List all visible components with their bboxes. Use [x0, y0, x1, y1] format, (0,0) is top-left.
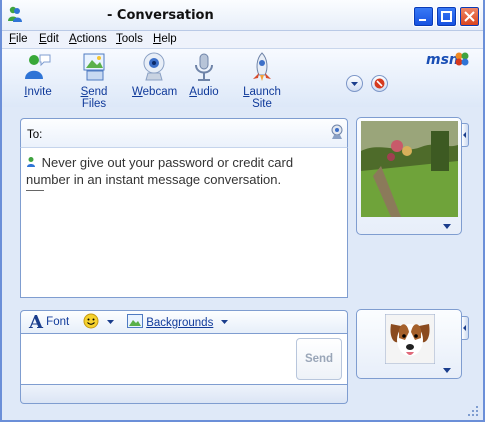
window-title: - Conversation	[107, 8, 214, 23]
chevron-down-icon	[107, 320, 115, 324]
audio-label: Audio	[189, 86, 219, 98]
block-icon	[374, 78, 385, 89]
emoticon-button[interactable]	[83, 313, 115, 332]
contact-picture-panel	[356, 117, 462, 235]
audio-button[interactable]: Audio	[188, 51, 220, 98]
invite-label: Invite	[24, 86, 52, 98]
close-icon	[464, 11, 475, 22]
minimize-button[interactable]	[413, 6, 434, 27]
status-strip	[20, 385, 348, 404]
webcam-label: Webcam	[132, 86, 178, 98]
backgrounds-icon	[127, 314, 143, 328]
font-label: Font	[46, 316, 70, 328]
my-display-picture[interactable]	[385, 314, 435, 364]
font-button[interactable]: A Font	[29, 312, 69, 333]
message-input[interactable]	[25, 338, 287, 380]
backgrounds-button[interactable]: Backgrounds	[127, 314, 229, 329]
resize-grip-icon[interactable]	[466, 404, 480, 418]
more-options-button[interactable]	[346, 75, 363, 92]
warning-message: Never give out your password or credit c…	[26, 154, 326, 188]
title-bar[interactable]: - Conversation	[2, 0, 483, 31]
conversation-window: - Conversation File Edit Actions Tools H…	[0, 0, 485, 422]
contact-display-picture[interactable]	[361, 121, 458, 217]
toolbar: Invite Send Files Webcam Audio Launch Si…	[2, 49, 483, 110]
launch-site-icon	[253, 52, 271, 81]
menu-help[interactable]: Help	[153, 33, 177, 45]
chevron-down-icon	[351, 82, 358, 86]
webcam-button[interactable]: Webcam	[132, 51, 178, 98]
launch-site-button[interactable]: Launch Site	[232, 51, 292, 110]
msn-buddy-icon	[27, 157, 35, 167]
chevron-left-icon	[463, 132, 466, 138]
send-files-icon	[83, 53, 105, 81]
warning-text: Never give out your password or credit c…	[26, 155, 294, 187]
to-label: To:	[27, 129, 43, 141]
menu-edit[interactable]: Edit	[39, 33, 59, 45]
to-bar: To:	[20, 118, 348, 148]
message-input-area[interactable]: Send	[20, 333, 348, 385]
maximize-icon	[441, 11, 452, 22]
invite-icon	[25, 54, 51, 79]
audio-icon	[195, 53, 213, 81]
msn-buddy-icon	[8, 6, 22, 22]
send-files-button[interactable]: Send Files	[68, 51, 120, 110]
my-picture-panel	[356, 309, 462, 379]
chevron-left-icon	[463, 325, 466, 331]
close-button[interactable]	[459, 6, 480, 27]
invite-button[interactable]: Invite	[21, 51, 55, 98]
launch-site-label: Launch Site	[243, 86, 281, 110]
smiley-icon	[83, 313, 99, 329]
webcam-icon	[143, 52, 165, 81]
maximize-button[interactable]	[436, 6, 457, 27]
contact-card-icon[interactable]	[329, 124, 345, 140]
minimize-icon	[419, 19, 426, 21]
menu-file[interactable]: File	[9, 33, 28, 45]
menu-actions[interactable]: Actions	[69, 33, 107, 45]
font-icon: A	[29, 312, 43, 333]
format-toolbar: A Font Backgrounds	[20, 310, 348, 334]
block-button[interactable]	[371, 75, 388, 92]
msn-butterfly-icon	[455, 52, 469, 66]
menu-bar: File Edit Actions Tools Help	[2, 31, 483, 49]
collapse-my-panel-tab[interactable]	[462, 316, 469, 340]
chevron-down-icon[interactable]	[443, 224, 451, 229]
chevron-down-icon[interactable]	[443, 368, 451, 373]
chevron-down-icon	[220, 320, 228, 324]
message-separator	[26, 190, 44, 191]
send-files-label: Send Files	[80, 86, 108, 110]
collapse-contact-panel-tab[interactable]	[462, 123, 469, 147]
backgrounds-label: Backgrounds	[146, 317, 214, 329]
conversation-history[interactable]: Never give out your password or credit c…	[20, 147, 348, 298]
send-button[interactable]: Send	[296, 338, 342, 380]
menu-tools[interactable]: Tools	[116, 33, 143, 45]
